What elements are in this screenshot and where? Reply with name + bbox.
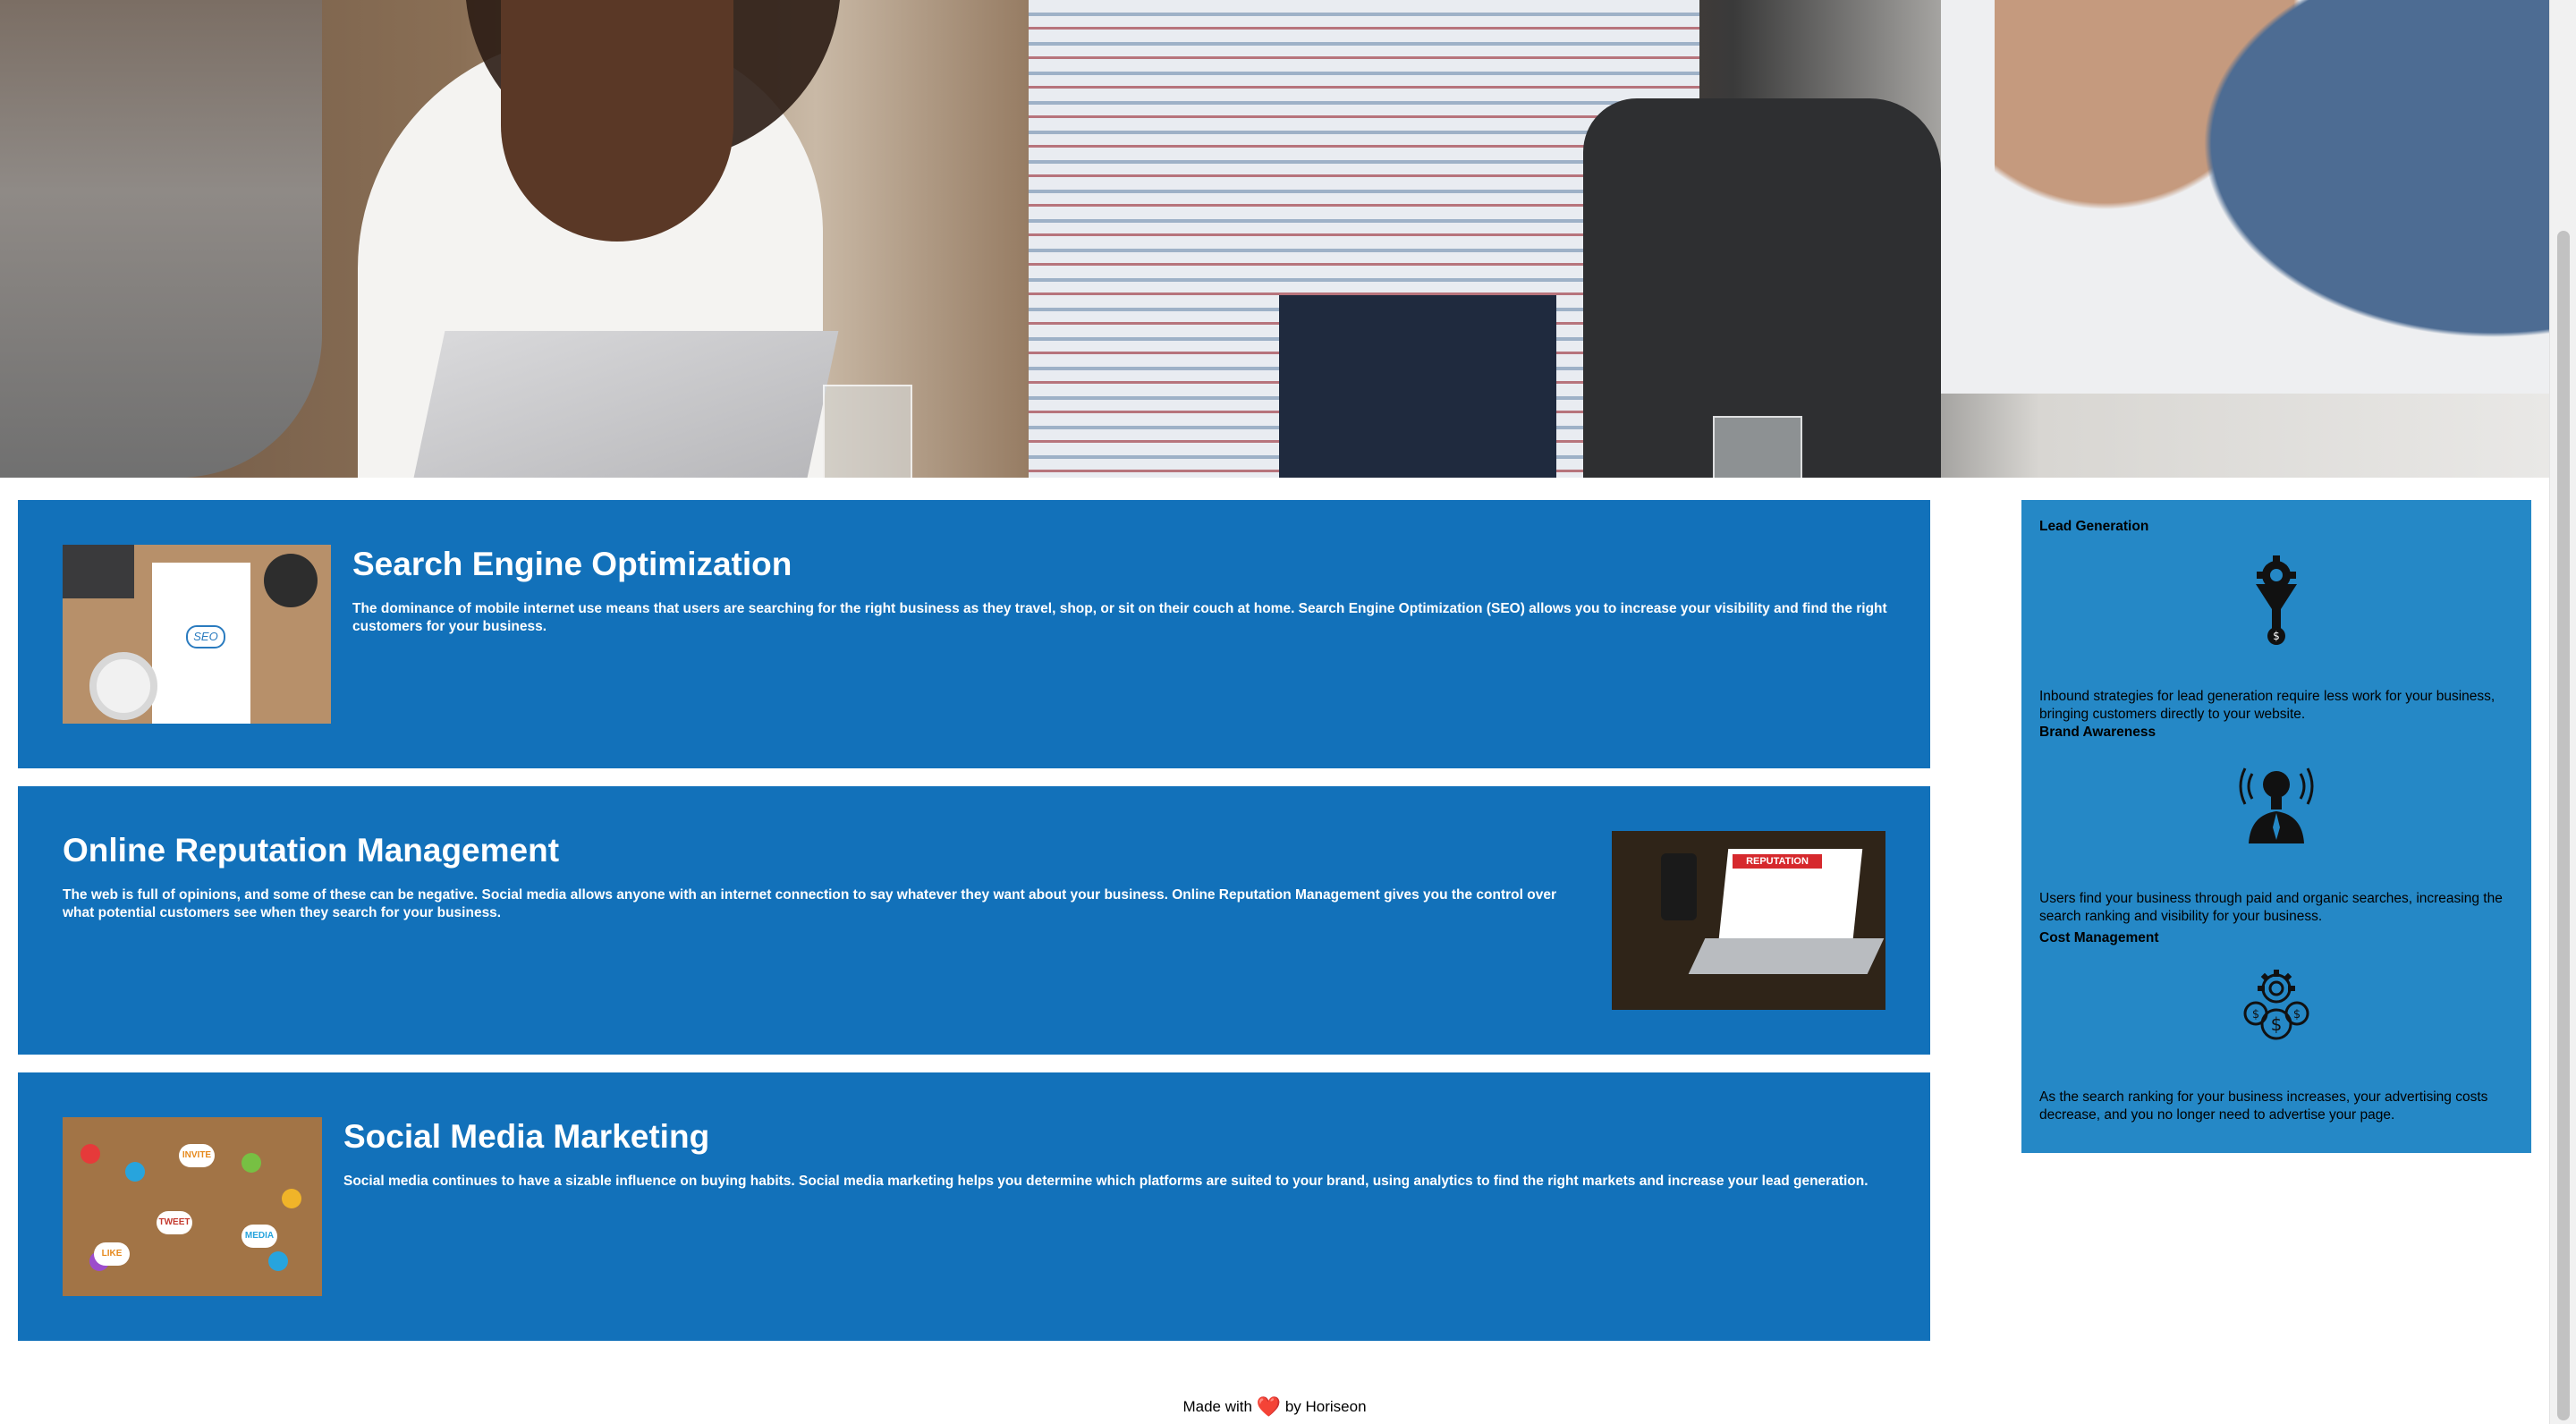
social-image-dot [282,1189,301,1208]
reputation-image: REPUTATION [1612,831,1885,1010]
seo-image-pens [264,554,318,607]
social-image-bubble: MEDIA [242,1225,277,1248]
benefit-text: Users find your business through paid an… [2039,891,2503,924]
hero-image [0,0,2549,478]
social-image-dot [80,1144,100,1164]
section-title: Search Engine Optimization [352,546,792,582]
social-image-bubble: TWEET [157,1211,192,1234]
gear-coins-icon: $ $ $ [2243,970,2309,1040]
lightbulb-person-icon [2239,767,2314,843]
hero-glass [823,385,912,478]
footer-suffix: by Horiseon [1284,1398,1367,1415]
section-text: The web is full of opinions, and some of… [63,887,1557,920]
hero-jeans [1279,295,1556,478]
social-image-bubble: LIKE [94,1242,130,1266]
benefit-title: Lead Generation [2039,519,2149,534]
social-image-dot [268,1251,288,1271]
vertical-scrollbar[interactable] [2549,0,2576,1424]
hero-laptop [413,331,839,478]
heart-icon: ❤️ [1256,1395,1282,1418]
section-online-reputation-management: Online Reputation Management The web is … [18,786,1930,1055]
hero-person-left [0,0,322,478]
seo-image-cup [89,652,157,720]
benefit-text: As the search ranking for your business … [2039,1089,2488,1123]
benefit-lead-generation: Lead Generation $ Inbound strategies for… [2039,518,2513,724]
hero-glass [1713,416,1802,478]
svg-text:$: $ [2273,630,2280,642]
scrollbar-thumb[interactable] [2557,231,2570,1420]
hero-face [501,0,733,242]
benefit-text: Inbound strategies for lead generation r… [2039,689,2496,722]
reputation-image-banner: REPUTATION [1733,854,1822,869]
footer: Made with ❤️ by Horiseon [0,1395,2549,1419]
section-search-engine-optimization: SEO Search Engine Optimization The domin… [18,500,1930,768]
section-social-media-marketing: INVITE TWEET LIKE MEDIA Social Media Mar… [18,1072,1930,1341]
svg-text:$: $ [2252,1008,2259,1021]
benefit-cost-management: Cost Management $ $ $ As the search rank… [2039,929,2513,1124]
social-image-dot [242,1153,261,1173]
svg-text:$: $ [2293,1008,2301,1021]
benefits-sidebar: Lead Generation $ Inbound strategies for… [2021,500,2531,1153]
reputation-image-phone [1661,853,1697,920]
seo-image: SEO [63,545,331,724]
seo-image-cloud: SEO [186,625,225,648]
benefit-title: Brand Awareness [2039,725,2157,740]
benefit-brand-awareness: Brand Awareness Users find your business… [2039,724,2513,926]
social-image: INVITE TWEET LIKE MEDIA [63,1117,322,1296]
seo-image-laptop [63,545,134,598]
social-image-dot [125,1162,145,1182]
reputation-image-keyboard [1688,938,1885,974]
section-title: Online Reputation Management [63,832,560,869]
section-text: The dominance of mobile internet use mea… [352,601,1887,634]
section-text: Social media continues to have a sizable… [343,1174,1868,1189]
hero-person-right [1995,0,2549,478]
social-image-bubble: INVITE [179,1144,215,1167]
svg-text:$: $ [2271,1013,2283,1035]
section-title: Social Media Marketing [343,1118,710,1155]
benefit-title: Cost Management [2039,930,2159,945]
footer-prefix: Made with [1182,1398,1252,1415]
funnel-dollar-icon: $ [2256,555,2297,645]
